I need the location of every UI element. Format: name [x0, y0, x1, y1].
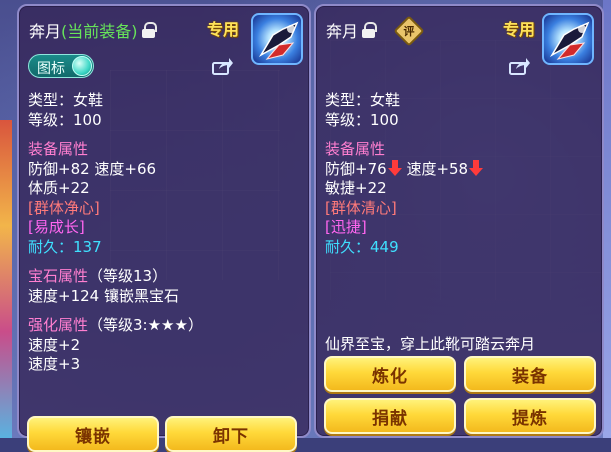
attr-speed: 速度+58: [406, 159, 469, 178]
equipped-tag: (当前装备): [61, 22, 138, 41]
item-title-row: 奔月: [326, 18, 378, 42]
enhance-level: （等级3:★★★）: [88, 316, 203, 334]
item-icon: [542, 13, 594, 65]
right-edge-strip: [603, 0, 611, 438]
level-line: 等级：100: [325, 110, 399, 129]
refine-button[interactable]: 炼化: [324, 356, 456, 392]
item-name: 奔月: [29, 22, 62, 41]
equipped-item-tooltip: 奔月(当前装备) 专用 图标 类型：女鞋 等级：100 装备属性 防御+82 速…: [17, 4, 311, 452]
effect-2: [迅捷]: [325, 218, 367, 236]
attr-line-1: 防御+82 速度+66: [28, 159, 157, 178]
lock-icon[interactable]: [362, 22, 378, 38]
icon-toggle[interactable]: 图标: [28, 54, 94, 78]
item-icon: [251, 13, 303, 65]
share-icon[interactable]: [212, 57, 234, 75]
rating-badge-icon[interactable]: 评: [393, 15, 425, 47]
equip-attr-title: 装备属性: [28, 140, 89, 158]
level-line: 等级：100: [28, 110, 102, 129]
inlay-button[interactable]: 镶嵌: [27, 416, 159, 452]
share-icon[interactable]: [509, 57, 531, 75]
extract-button[interactable]: 提炼: [464, 398, 596, 434]
item-title: 奔月(当前装备): [29, 18, 138, 42]
special-tag: 专用: [503, 20, 536, 39]
type-line: 类型：女鞋: [28, 91, 104, 109]
item-stats: 类型：女鞋 等级：100 装备属性 防御+82 速度+66 体质+22 [群体净…: [28, 91, 203, 375]
effect-2: [易成长]: [28, 218, 85, 236]
type-line: 类型：女鞋: [325, 91, 401, 109]
gem-title-line: 宝石属性（等级13）: [28, 267, 203, 287]
equip-attr-title: 装备属性: [325, 140, 386, 158]
icon-toggle-label: 图标: [37, 61, 65, 77]
lock-icon[interactable]: [141, 22, 157, 38]
donate-button[interactable]: 捐献: [324, 398, 456, 434]
gem-title: 宝石属性: [28, 267, 89, 285]
compare-item-tooltip: 奔月 评 专用 类型：女鞋 等级：100 装备属性 防御+76 速度+58 敏捷…: [314, 4, 604, 438]
item-stats: 类型：女鞋 等级：100 装备属性 防御+76 速度+58 敏捷+22 [群体清…: [325, 91, 484, 257]
durability-line: 耐久：449: [325, 237, 399, 256]
side-menu-strip: [0, 120, 12, 438]
durability-line: 耐久：137: [28, 237, 102, 256]
gem-level: （等级13）: [88, 267, 168, 285]
effect-1: [群体净心]: [28, 198, 100, 217]
item-name: 奔月: [326, 22, 359, 41]
down-arrow-icon: [387, 159, 402, 176]
equip-button[interactable]: 装备: [464, 356, 596, 392]
enhance-line-2: 速度+3: [28, 355, 81, 373]
enhance-title: 强化属性: [28, 316, 89, 334]
rating-badge-label: 评: [403, 25, 415, 38]
unequip-button[interactable]: 卸下: [165, 416, 297, 452]
toggle-knob: [72, 56, 92, 76]
attr-line-2: 体质+22: [28, 179, 90, 197]
effect-1: [群体清心]: [325, 198, 397, 217]
attr-line-2: 敏捷+22: [325, 179, 387, 197]
special-tag: 专用: [207, 20, 240, 39]
item-description: 仙界至宝，穿上此靴可踏云奔月: [325, 335, 536, 353]
attr-line-1: 防御+76 速度+58: [325, 159, 484, 180]
item-title-row: 奔月(当前装备): [29, 18, 157, 42]
gem-line: 速度+124 镶嵌黑宝石: [28, 286, 179, 305]
enhance-title-line: 强化属性（等级3:★★★）: [28, 316, 203, 336]
enhance-line-1: 速度+2: [28, 335, 81, 354]
attr-defense: 防御+76: [325, 159, 387, 178]
down-arrow-icon: [469, 159, 484, 176]
